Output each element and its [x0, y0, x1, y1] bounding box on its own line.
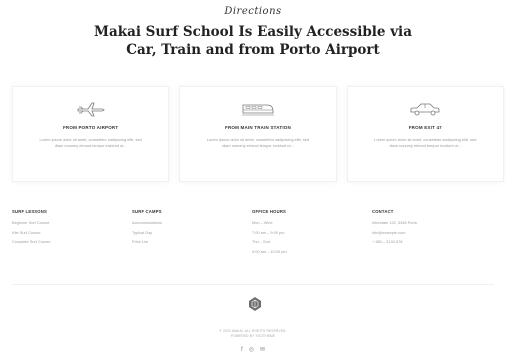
footer-col-surf-lessons: SURF LESSONS Beginner Surf Course Kite S… [12, 209, 132, 254]
card-title: FROM MAIN TRAIN STATION [225, 125, 291, 130]
page-headline: Makai Surf School Is Easily Accessible v… [0, 23, 506, 59]
footer-col-surf-camps: SURF CAMPS Accommodations Typical Day Pr… [132, 209, 252, 254]
footer-heading: OFFICE HOURS [252, 209, 287, 214]
footer-heading: CONTACT [372, 209, 394, 214]
contact-email-link[interactable]: info@example.com [372, 230, 492, 235]
footer-link[interactable]: Price List [132, 239, 252, 244]
card-airport: FROM PORTO AIRPORT Lorem ipsum dolor sit… [12, 86, 170, 182]
card-title: FROM PORTO AIRPORT [62, 125, 119, 130]
office-hours-text: 7:00 am – 9:00 pm [252, 229, 285, 235]
card-text: Lorem ipsum dolor sit amet, consetetur s… [206, 137, 310, 149]
headline-line-1: Makai Surf School Is Easily Accessible v… [94, 24, 412, 40]
airplane-icon [76, 101, 106, 117]
brand-logo-icon[interactable] [249, 297, 261, 311]
office-hours-text: Thu – Sun: [252, 239, 272, 244]
contact-phone-link[interactable]: + 380 – 3134 678 [372, 239, 492, 244]
card-text: Lorem ipsum dolor sit amet, consetetur s… [374, 137, 477, 149]
footer-link[interactable]: Complete Surf Course [12, 239, 132, 244]
directions-cards: FROM PORTO AIRPORT Lorem ipsum dolor sit… [12, 86, 504, 182]
footer-heading: SURF LESSONS [12, 209, 47, 214]
footer-link[interactable]: Beginner Surf Course [12, 220, 132, 225]
train-icon [241, 101, 275, 117]
card-title: FROM EXIT 47 [408, 125, 442, 130]
footer-col-contact: CONTACT Interstate 122, 5346 Porto info@… [372, 209, 492, 254]
footer-col-office-hours: OFFICE HOURS Mon – Wed: 7:00 am – 9:00 p… [252, 209, 372, 254]
footer-divider [12, 284, 494, 285]
footer-link[interactable]: Accommodations [132, 220, 252, 225]
contact-address: Interstate 122, 5346 Porto [372, 220, 417, 225]
email-icon[interactable]: ✉ [260, 347, 265, 354]
office-hours-text: 9:00 am – 10:00 pm [252, 248, 287, 254]
card-train-station: FROM MAIN TRAIN STATION Lorem ipsum dolo… [179, 86, 337, 182]
copyright: © 2023 MAKAI. ALL RIGHTS RESERVED. POWER… [0, 329, 506, 338]
social-links: f ◎ ✉ [0, 347, 506, 354]
car-icon [409, 101, 441, 117]
section-script-title: Directions [224, 6, 282, 17]
footer-columns: SURF LESSONS Beginner Surf Course Kite S… [12, 209, 492, 254]
footer-link[interactable]: Kite Surf Course [12, 230, 132, 235]
office-hours-text: Mon – Wed: [252, 220, 273, 225]
card-exit: FROM EXIT 47 Lorem ipsum dolor sit amet,… [346, 86, 504, 182]
footer-heading: SURF CAMPS [132, 209, 162, 214]
copyright-line-2: POWERED BY YOOTHEME [230, 333, 276, 338]
instagram-icon[interactable]: ◎ [249, 347, 254, 354]
footer-link[interactable]: Typical Day [132, 230, 252, 235]
facebook-icon[interactable]: f [241, 347, 243, 354]
headline-line-2: Car, Train and from Porto Airport [126, 42, 380, 58]
card-text: Lorem ipsum dolor sit amet, consetetur s… [39, 137, 142, 149]
